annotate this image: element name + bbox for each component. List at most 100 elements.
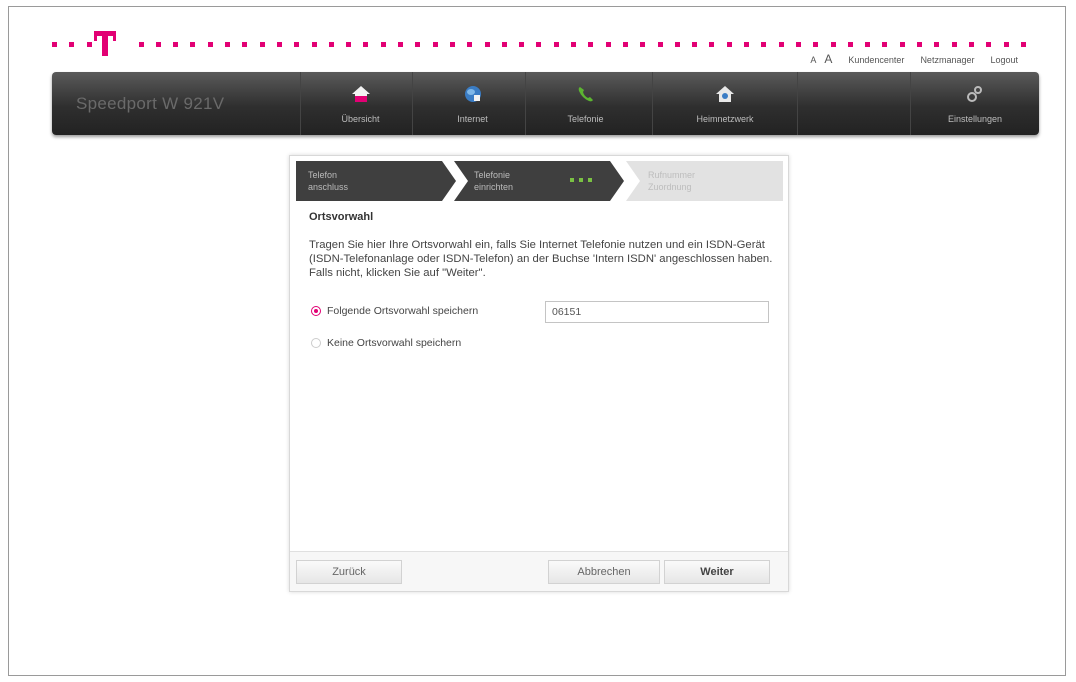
nav-label: Einstellungen — [947, 114, 1003, 124]
font-size-large-link[interactable]: A — [824, 52, 832, 66]
nav-item-internet[interactable]: Internet — [412, 72, 532, 135]
brand-dot — [328, 42, 334, 47]
brand-dot — [571, 42, 576, 47]
font-size-small-link[interactable]: A — [810, 55, 816, 65]
nav-item-empty — [797, 72, 910, 135]
back-button[interactable]: Zurück — [296, 560, 402, 584]
brand-dot — [640, 42, 646, 47]
brand-dot — [744, 42, 749, 47]
house-network-icon — [716, 86, 734, 102]
network-manager-link[interactable]: Netzmanager — [920, 55, 974, 65]
brand-dot — [622, 42, 628, 47]
dialog-title: Ortsvorwahl — [309, 211, 374, 223]
brand-dot — [674, 42, 680, 47]
nav-label: Übersicht — [341, 114, 380, 124]
brand-dot — [311, 42, 317, 47]
wizard-steps: Telefon anschluss Telefonie einrichten Ruf… — [296, 161, 783, 201]
brand-dot — [519, 42, 525, 47]
brand-dot — [605, 42, 611, 47]
brand-dot — [501, 42, 507, 47]
brand-dot — [795, 42, 801, 47]
radio-selected-icon[interactable] — [311, 306, 321, 316]
brand-dot — [398, 42, 403, 47]
customer-center-link[interactable]: Kundencenter — [848, 55, 904, 65]
brand-dot — [190, 42, 196, 47]
top-links: A A Kundencenter Netzmanager Logout — [810, 52, 1018, 66]
brand-dot — [276, 42, 282, 47]
step-line: Telefonie — [474, 170, 511, 180]
brand-dot — [917, 42, 922, 47]
option-label: Folgende Ortsvorwahl speichern — [327, 305, 479, 317]
nav-label: Internet — [457, 114, 488, 124]
brand-dot — [934, 42, 940, 47]
brand-dot — [986, 42, 992, 47]
step-line: Zuordnung — [648, 182, 692, 192]
step-line: Telefon — [308, 170, 338, 180]
logout-link[interactable]: Logout — [990, 55, 1018, 65]
brand-dot — [225, 42, 230, 47]
brand-dot — [865, 42, 871, 47]
brand-dot — [761, 42, 767, 47]
brand-dot — [86, 42, 92, 47]
step-progress-indicator — [570, 178, 592, 182]
brand-dot — [173, 42, 179, 47]
brand-dot — [380, 42, 386, 47]
wizard-step-connection: Telefon anschluss — [296, 161, 456, 201]
brand-dot — [657, 42, 663, 47]
brand-dot — [69, 42, 75, 47]
area-code-input[interactable] — [545, 301, 769, 323]
brand-dot — [726, 42, 732, 47]
brand-dot — [155, 42, 161, 47]
brand-dot — [415, 42, 421, 47]
brand-dot — [432, 42, 438, 47]
nav-item-overview[interactable]: Übersicht — [300, 72, 420, 135]
brand-dot — [553, 42, 559, 47]
globe-icon — [464, 86, 481, 102]
step-line: anschluss — [308, 182, 349, 192]
brand-dot — [847, 42, 853, 47]
phone-icon — [578, 87, 593, 102]
brand-dot — [536, 42, 542, 47]
brand-dot — [813, 42, 819, 47]
settings-icon — [967, 86, 982, 102]
telekom-logo — [94, 28, 116, 56]
nav-label: Heimnetzwerk — [696, 114, 754, 124]
brand-dot — [449, 42, 455, 47]
wizard-step-setup: Telefonie einrichten — [454, 161, 624, 201]
option-save-prefix[interactable]: Folgende Ortsvorwahl speichern — [311, 305, 478, 317]
brand-dot — [467, 42, 473, 47]
brand-dot — [830, 42, 836, 47]
brand-dot — [882, 42, 888, 47]
brand-dot — [346, 42, 352, 47]
brand-dot — [1020, 42, 1026, 47]
brand-dot — [259, 42, 265, 47]
next-button[interactable]: Weiter — [664, 560, 770, 584]
brand-dot — [692, 42, 698, 47]
cancel-button[interactable]: Abbrechen — [548, 560, 660, 584]
step-line: einrichten — [474, 182, 514, 192]
brand-dot — [207, 42, 213, 47]
nav-item-home-network[interactable]: Heimnetzwerk — [652, 72, 797, 135]
brand-dot — [52, 42, 57, 47]
brand-dot — [138, 42, 144, 47]
home-icon — [351, 86, 370, 102]
nav-item-telephony[interactable]: Telefonie — [525, 72, 645, 135]
wizard-dialog: Telefon anschluss Telefonie einrichten Ruf… — [289, 155, 789, 592]
brand-dot — [951, 42, 957, 47]
brand-dot — [363, 42, 369, 47]
radio-unselected-icon[interactable] — [311, 338, 321, 348]
wizard-step-assignment: Rufnummer Zuordnung — [626, 161, 783, 201]
brand-dot — [968, 42, 974, 47]
brand-dot — [778, 42, 784, 47]
brand-dot — [588, 42, 594, 47]
option-no-prefix[interactable]: Keine Ortsvorwahl speichern — [311, 337, 461, 349]
brand-dot — [484, 42, 490, 47]
option-label: Keine Ortsvorwahl speichern — [327, 337, 462, 349]
nav-item-settings[interactable]: Einstellungen — [910, 72, 1039, 135]
brand-dot — [294, 42, 300, 47]
brand-dot — [1003, 42, 1009, 47]
brand-dot — [709, 42, 715, 47]
dialog-description: Tragen Sie hier Ihre Ortsvorwahl ein, fa… — [309, 239, 773, 279]
product-name: Speedport W 921V — [76, 94, 225, 113]
brand-dot — [242, 42, 248, 47]
